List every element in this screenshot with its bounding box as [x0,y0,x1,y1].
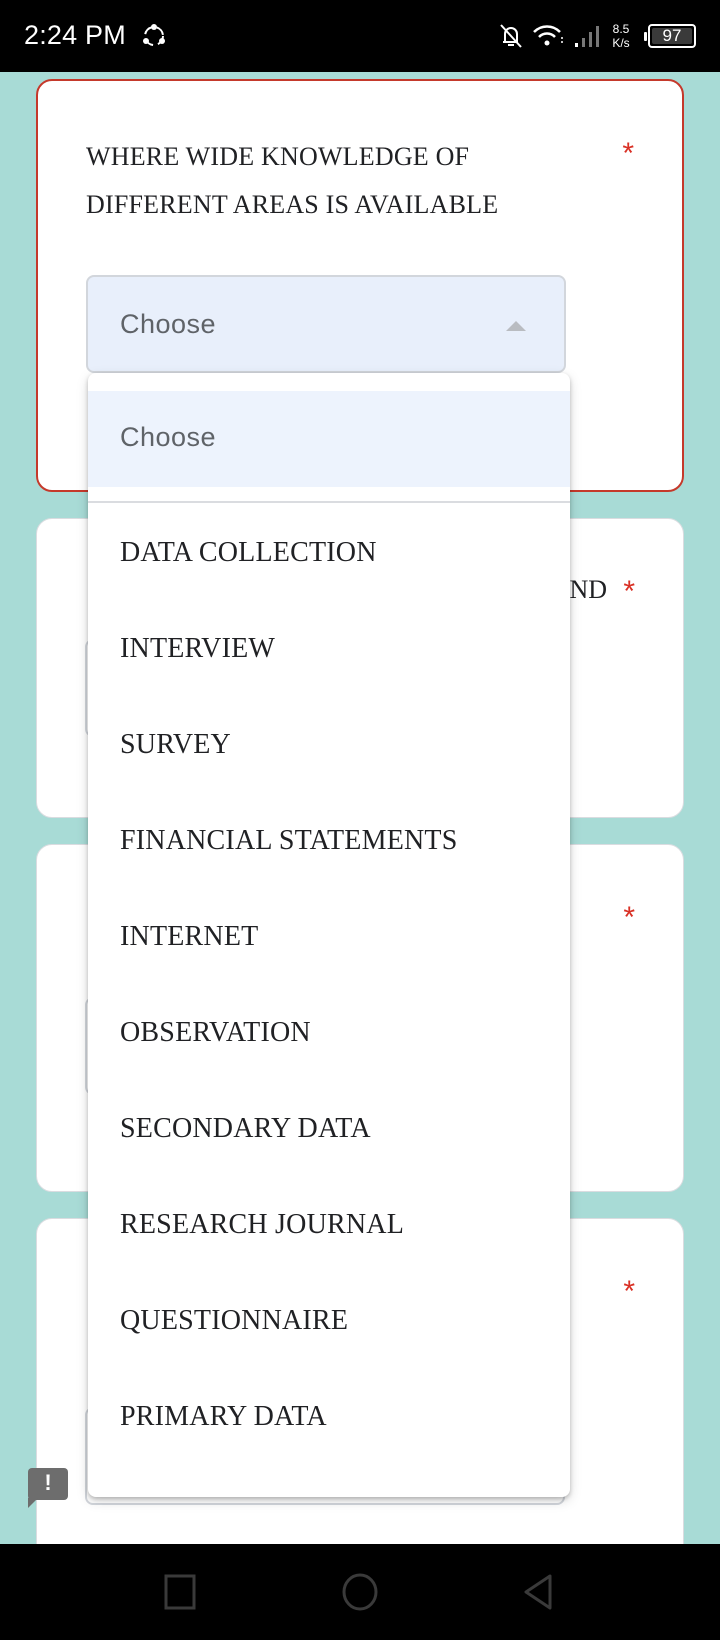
question-title-partial: ND [569,575,607,604]
dropdown-option-choose[interactable]: Choose [88,391,570,487]
home-icon[interactable] [340,1572,380,1612]
option-label: INTERVIEW [120,633,276,664]
cell-signal-icon [575,26,599,47]
report-feedback-button[interactable]: ! [28,1468,68,1508]
dropdown-option[interactable]: SURVEY [88,695,570,791]
network-speed-value: 8.5 [612,22,630,36]
option-label: QUESTIONNAIRE [120,1305,349,1336]
network-speed: 8.5 K/s [608,22,634,50]
caret-up-icon [506,321,526,331]
option-label: Choose [120,422,217,452]
dropdown-option[interactable]: INTERVIEW [88,599,570,695]
dropdown-option[interactable]: QUESTIONNAIRE [88,1271,570,1367]
option-label: RESEARCH JOURNAL [120,1209,405,1240]
required-asterisk: * [623,901,635,934]
wifi-icon [533,25,563,46]
dropdown-option[interactable]: INTERNET [88,887,570,983]
status-bar: 2:24 PM 8.5 K/s 97 [0,0,720,72]
dropdown-options: DATA COLLECTION INTERVIEW SURVEY FINANCI… [88,503,570,1463]
dropdown-option[interactable]: OBSERVATION [88,983,570,1079]
dropdown-menu: Choose DATA COLLECTION INTERVIEW SURVEY … [88,373,570,1497]
back-icon[interactable] [520,1572,560,1612]
answer-select[interactable]: Choose [86,275,566,373]
option-label: DATA COLLECTION [120,537,377,568]
navigation-bar [0,1544,720,1640]
notifications-off-icon [500,24,522,48]
dropdown-option[interactable]: RESEARCH JOURNAL [88,1175,570,1271]
select-value: Choose [120,309,217,339]
status-icons: 8.5 K/s 97 [498,18,696,54]
network-speed-unit: K/s [612,36,630,50]
battery-icon: 97 [644,24,696,48]
option-label: SECONDARY DATA [120,1113,371,1144]
option-label: FINANCIAL STATEMENTS [120,825,458,856]
dropdown-option[interactable]: PRIMARY DATA [88,1367,570,1463]
battery-percent: 97 [662,26,682,45]
status-time: 2:24 PM [24,20,126,50]
required-asterisk: * [622,137,634,170]
required-asterisk: * [623,575,635,608]
dropdown-option[interactable]: FINANCIAL STATEMENTS [88,791,570,887]
required-asterisk: * [623,1275,635,1308]
recent-apps-icon[interactable] [160,1572,200,1612]
dropdown-option[interactable]: SECONDARY DATA [88,1079,570,1175]
option-label: PRIMARY DATA [120,1401,327,1432]
sync-share-icon [143,24,165,46]
option-label: OBSERVATION [120,1017,311,1048]
feedback-alert-icon: ! [44,1470,52,1495]
option-label: SURVEY [120,729,231,760]
option-label: INTERNET [120,921,259,952]
dropdown-option[interactable]: DATA COLLECTION [88,503,570,599]
question-title: WHERE WIDE KNOWLEDGE OF DIFFERENT AREAS … [86,142,499,219]
